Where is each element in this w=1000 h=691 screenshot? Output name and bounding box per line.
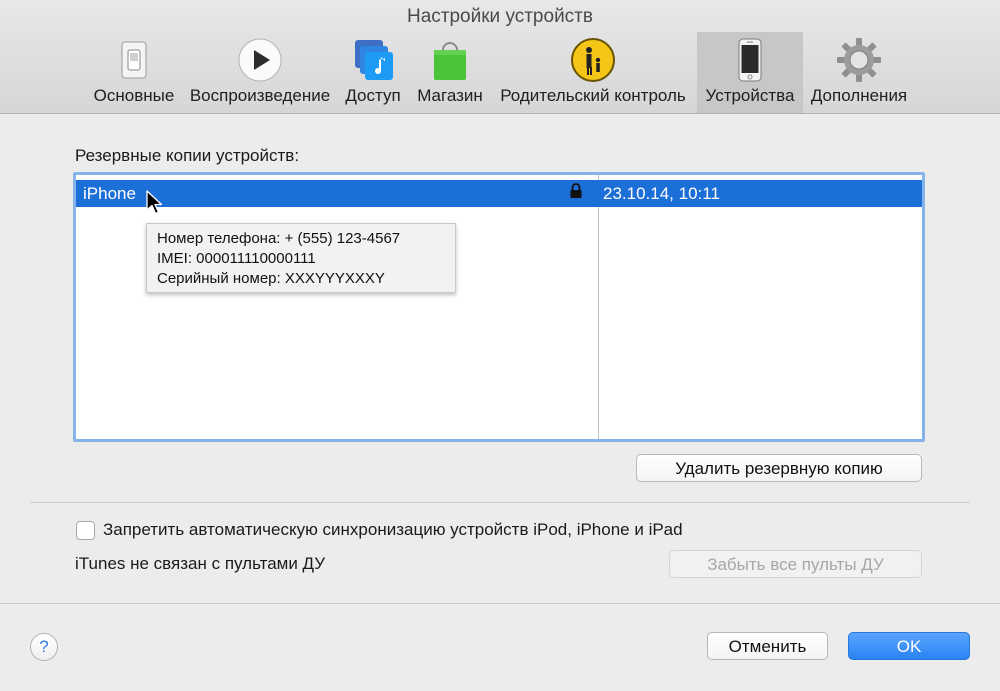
prevent-sync-checkbox[interactable]	[76, 521, 95, 540]
table-row[interactable]: iPhone 23.10.14, 10:11	[76, 180, 922, 207]
tooltip-phone: Номер телефона: + (555) 123-4567	[157, 230, 401, 247]
tab-devices-label: Устройства	[705, 86, 795, 105]
cancel-button[interactable]: Отменить	[707, 632, 828, 660]
play-icon	[236, 36, 284, 84]
device-info-tooltip: Номер телефона: + (555) 123-4567 IMEI: 0…	[146, 223, 456, 293]
mouse-cursor-icon	[146, 190, 164, 216]
tab-store-label: Магазин	[417, 86, 483, 105]
backup-date-cell: 23.10.14, 10:11	[603, 184, 720, 203]
switch-icon	[110, 36, 158, 84]
tab-general[interactable]: Основные	[92, 32, 176, 113]
tab-advanced-label: Дополнения	[810, 86, 908, 105]
tab-general-label: Основные	[93, 86, 175, 105]
window-title: Настройки устройств	[407, 6, 593, 27]
tab-sharing[interactable]: Доступ	[342, 32, 404, 113]
separator	[30, 502, 970, 503]
tab-parental[interactable]: Родительский контроль	[494, 32, 692, 113]
tab-parental-label: Родительский контроль	[500, 86, 686, 105]
preferences-window: Настройки устройств Основные Воспроизвед…	[0, 0, 1000, 691]
tab-devices[interactable]: Устройства	[697, 32, 803, 113]
tab-advanced[interactable]: Дополнения	[808, 32, 910, 113]
column-divider	[598, 175, 599, 439]
tab-store[interactable]: Магазин	[412, 32, 488, 113]
tooltip-serial: Серийный номер: XXXYYYXXXY	[157, 270, 385, 287]
gear-icon	[835, 36, 883, 84]
prevent-sync-label[interactable]: Запретить автоматическую синхронизацию у…	[103, 520, 683, 540]
tab-sharing-label: Доступ	[345, 86, 401, 105]
forget-remotes-button[interactable]: Забыть все пульты ДУ	[669, 550, 922, 578]
backups-label: Резервные копии устройств:	[75, 146, 300, 165]
remote-status-label: iTunes не связан с пультами ДУ	[75, 554, 326, 573]
help-icon[interactable]: ?	[30, 633, 58, 661]
sharing-icon	[349, 36, 397, 84]
store-bag-icon	[426, 36, 474, 84]
delete-backup-button[interactable]: Удалить резервную копию	[636, 454, 922, 482]
device-name-cell: iPhone	[83, 184, 136, 203]
tooltip-imei: IMEI: 000011110000111	[157, 250, 316, 267]
iphone-icon	[726, 36, 774, 84]
toolbar: Настройки устройств Основные Воспроизвед…	[0, 0, 1000, 114]
parental-icon	[569, 36, 617, 84]
tab-playback[interactable]: Воспроизведение	[186, 32, 334, 113]
backups-table[interactable]: iPhone 23.10.14, 10:11	[73, 172, 925, 442]
lock-icon	[569, 183, 583, 199]
ok-button[interactable]: OK	[848, 632, 970, 660]
tab-playback-label: Воспроизведение	[189, 86, 331, 105]
footer: ? Отменить OK	[0, 603, 1000, 691]
